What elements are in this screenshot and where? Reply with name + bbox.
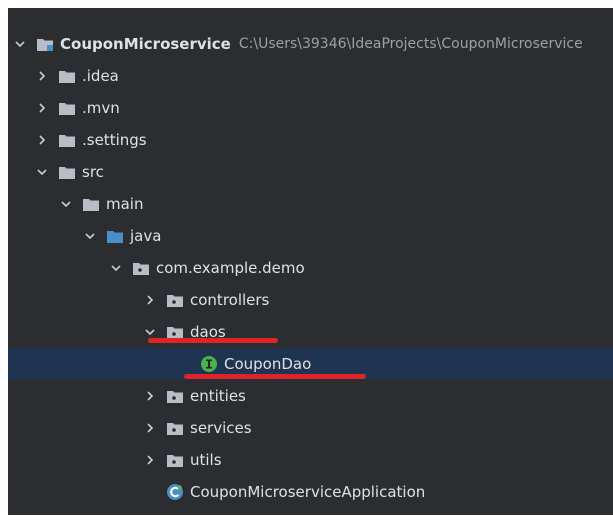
chevron-down-icon[interactable] bbox=[58, 196, 74, 212]
tree-row-settings[interactable]: .settings bbox=[8, 124, 613, 156]
tree-row-daos[interactable]: daos bbox=[8, 316, 613, 348]
package-icon bbox=[166, 292, 184, 308]
package-icon bbox=[166, 388, 184, 404]
tree-row-label: java bbox=[130, 227, 162, 245]
tree-row-entities[interactable]: entities bbox=[8, 380, 613, 412]
chevron-right-icon[interactable] bbox=[34, 132, 50, 148]
project-path-text: C:\Users\39346\IdeaProjects\CouponMicros… bbox=[238, 36, 583, 52]
tree-row-idea[interactable]: .idea bbox=[8, 60, 613, 92]
chevron-down-icon[interactable] bbox=[82, 228, 98, 244]
red-underline-daos bbox=[148, 338, 278, 343]
spring-boot-class-icon bbox=[166, 484, 184, 500]
chevron-down-icon[interactable] bbox=[108, 260, 124, 276]
tree-row-label: .mvn bbox=[82, 99, 120, 117]
chevron-right-icon[interactable] bbox=[142, 388, 158, 404]
tree-row-label: entities bbox=[190, 387, 246, 405]
tree-row-src[interactable]: src bbox=[8, 156, 613, 188]
chevron-right-icon[interactable] bbox=[34, 100, 50, 116]
tree-row-services[interactable]: services bbox=[8, 412, 613, 444]
chevron-right-icon[interactable] bbox=[34, 68, 50, 84]
tree-row-mvn[interactable]: .mvn bbox=[8, 92, 613, 124]
interface-icon bbox=[200, 356, 218, 372]
tree-row-label: utils bbox=[190, 451, 222, 469]
tree-row-label: main bbox=[106, 195, 144, 213]
red-underline-coupon-dao bbox=[184, 374, 366, 379]
tree-row-label: CouponMicroservice bbox=[60, 35, 231, 53]
tree-row-utils[interactable]: utils bbox=[8, 444, 613, 476]
tree-row-label: services bbox=[190, 419, 252, 437]
chevron-right-icon[interactable] bbox=[142, 420, 158, 436]
chevron-right-icon[interactable] bbox=[142, 452, 158, 468]
chevron-down-icon[interactable] bbox=[12, 36, 28, 52]
folder-icon bbox=[58, 132, 76, 148]
chevron-down-icon[interactable] bbox=[34, 164, 50, 180]
source-root-folder-icon bbox=[106, 228, 124, 244]
tree-row-coupon-microservice[interactable]: CouponMicroservice C:\Users\39346\IdeaPr… bbox=[8, 28, 613, 60]
tree-row-com-example-demo[interactable]: com.example.demo bbox=[8, 252, 613, 284]
tree-row-main[interactable]: main bbox=[8, 188, 613, 220]
package-icon bbox=[166, 420, 184, 436]
chevron-right-icon[interactable] bbox=[142, 292, 158, 308]
folder-icon bbox=[58, 164, 76, 180]
tree-row-label: .idea bbox=[82, 67, 119, 85]
tree-row-label: com.example.demo bbox=[156, 259, 305, 277]
project-tree-panel: CouponMicroservice C:\Users\39346\IdeaPr… bbox=[8, 8, 613, 515]
folder-icon bbox=[58, 68, 76, 84]
tree-row-coupon-microservice-application[interactable]: CouponMicroserviceApplication bbox=[8, 476, 613, 508]
tree-row-java[interactable]: java bbox=[8, 220, 613, 252]
panel-top-edge bbox=[8, 8, 613, 12]
tree-row-label: CouponMicroserviceApplication bbox=[190, 483, 426, 501]
tree-row-label: controllers bbox=[190, 291, 270, 309]
tree-row-label: src bbox=[82, 163, 104, 181]
tree-row-label: .settings bbox=[82, 131, 147, 149]
module-folder-icon bbox=[36, 36, 54, 52]
folder-icon bbox=[58, 100, 76, 116]
package-icon bbox=[132, 260, 150, 276]
folder-icon bbox=[82, 196, 100, 212]
tree-row-label: CouponDao bbox=[224, 355, 312, 373]
package-icon bbox=[166, 452, 184, 468]
tree-row-controllers[interactable]: controllers bbox=[8, 284, 613, 316]
